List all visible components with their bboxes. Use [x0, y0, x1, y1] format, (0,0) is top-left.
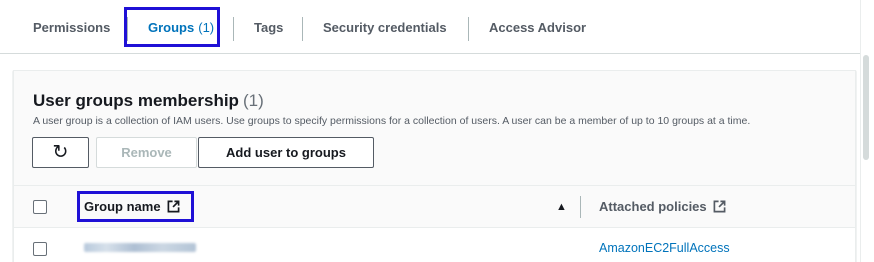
panel-title: User groups membership (1): [33, 91, 264, 111]
remove-button-label: Remove: [121, 145, 172, 160]
add-user-to-groups-button[interactable]: Add user to groups: [198, 137, 374, 168]
select-all-checkbox[interactable]: [33, 200, 47, 214]
column-header-attached-policies[interactable]: Attached policies: [599, 199, 726, 214]
highlight-box: [124, 7, 220, 47]
row-checkbox[interactable]: [33, 242, 47, 256]
tab-label: Permissions: [33, 19, 111, 35]
refresh-button[interactable]: ↻: [32, 137, 89, 168]
highlight-box: [77, 191, 194, 222]
column-divider: [580, 196, 581, 218]
panel-description: A user group is a collection of IAM user…: [33, 115, 751, 127]
policy-link[interactable]: AmazonEC2FullAccess: [599, 241, 730, 255]
tab-divider: [302, 17, 303, 41]
tab-label: Access Advisor: [489, 19, 587, 35]
tab-security-credentials[interactable]: Security credentials: [323, 0, 447, 54]
tab-tags[interactable]: Tags: [254, 0, 283, 54]
remove-button[interactable]: Remove: [96, 137, 197, 168]
tab-label: Security credentials: [323, 19, 447, 35]
scrollbar[interactable]: [860, 0, 874, 262]
refresh-icon: ↻: [52, 142, 69, 163]
tab-divider: [468, 17, 469, 41]
tab-label: Tags: [254, 19, 284, 35]
panel-header: User groups membership (1) A user group i…: [14, 71, 855, 186]
table-row[interactable]: AmazonEC2FullAccess: [14, 228, 855, 262]
external-link-icon[interactable]: [713, 200, 726, 213]
scrollbar-thumb[interactable]: [863, 55, 869, 160]
column-label: Attached policies: [599, 199, 707, 214]
tab-access-advisor[interactable]: Access Advisor: [489, 0, 586, 54]
panel-title-count: (1): [242, 91, 264, 110]
redacted-group-name[interactable]: [84, 243, 196, 252]
panel-title-text: User groups membership: [33, 91, 239, 110]
add-button-label: Add user to groups: [226, 145, 346, 160]
tab-bar: Permissions Groups (1) Tags Security cre…: [0, 0, 860, 54]
sort-ascending-icon[interactable]: ▲: [556, 201, 567, 213]
group-membership-panel: User groups membership (1) A user group i…: [13, 70, 856, 262]
table-header-row: Group name ▲ Attached policies: [14, 186, 855, 228]
tab-permissions[interactable]: Permissions: [33, 0, 110, 54]
tab-divider: [233, 17, 234, 41]
